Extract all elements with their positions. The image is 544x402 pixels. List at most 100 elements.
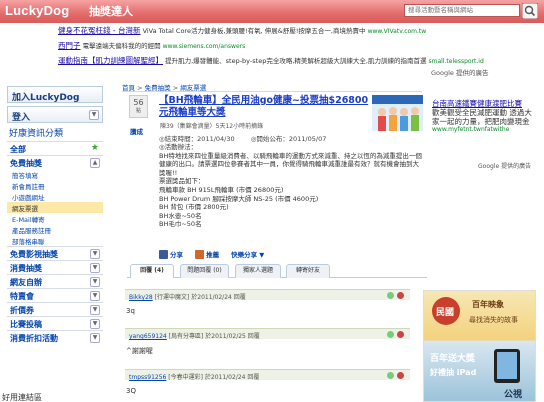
join-button[interactable]: 加入LuckyDog xyxy=(7,86,103,103)
post-title[interactable]: 【BH飛輪車】全民用油go健康~投票抽$26800元飛輪車等大獎 xyxy=(159,95,374,119)
ad-url[interactable]: www.siemens.com/answers xyxy=(163,43,246,50)
chevron-down-icon[interactable]: ▼ xyxy=(90,263,100,273)
ad-url[interactable]: small.telessport.id xyxy=(429,58,484,65)
promo-line1: 尋找消失的故事 xyxy=(469,315,518,324)
post-thumbnail[interactable] xyxy=(372,95,423,131)
category-label: 網友自辦 xyxy=(10,278,42,287)
tab-bar: 回覆 (4) 問題回覆 (0) 獨家人選題 轉寄好友 xyxy=(127,264,427,278)
end-date: ◎結束時間：2011/04/30 xyxy=(159,135,235,143)
thumbs-down-icon[interactable] xyxy=(397,331,404,338)
comment-user[interactable]: tmpss91256 xyxy=(129,374,166,381)
share-more[interactable]: 快樂分享 ▼ xyxy=(231,251,264,259)
sub-item-active[interactable]: 網友票選 xyxy=(7,202,103,213)
category-item[interactable]: 消費抽獎 ▼ xyxy=(7,260,103,274)
chevron-down-icon[interactable]: ▼ xyxy=(90,277,100,287)
chevron-down-icon[interactable]: ▼ xyxy=(90,305,100,315)
search-icon[interactable] xyxy=(522,3,538,19)
post-author: 陳39（集錦會滴量）5天12小時前摘錄 xyxy=(160,123,264,130)
score-value: 56 xyxy=(133,98,144,107)
chevron-down-icon[interactable]: ▼ xyxy=(90,333,100,343)
comment: tmpss91256 [今春中運彩] 於2011/02/24 回覆 3Q xyxy=(125,369,410,395)
category-label: 消費抽獎 xyxy=(10,264,42,273)
sub-item[interactable]: 新會員註冊 xyxy=(7,180,103,191)
tab-questions[interactable]: 問題回覆 (0) xyxy=(180,264,229,278)
ad-item[interactable]: 運動指南【肌力訓練圖解聖經】 提升肌力,爆發體能、step-by-step完全攻… xyxy=(58,55,484,66)
category-label: 比賽投稿 xyxy=(10,320,42,329)
comment-reply[interactable]: 回覆 xyxy=(247,374,259,381)
right-ad-url[interactable]: www.myfetnt.twnfatwithe xyxy=(432,126,535,133)
chevron-down-icon[interactable]: ▼ xyxy=(89,110,99,120)
body-line: BH特地找來四位重量級消費者、以騎飛輪車的運動方式來減重、持之以恆的為減重提出一… xyxy=(159,151,422,177)
promo-art: 民國 百年映象 尋找消失的故事 百年送大獎 好禮抽 iPad 公視 xyxy=(429,297,522,400)
promo-brand: 民國 xyxy=(436,307,454,318)
chevron-down-icon[interactable]: ▼ xyxy=(90,249,100,259)
share-plurk[interactable]: 推薦 xyxy=(195,250,219,259)
ad-url[interactable]: www.VIVatv.com.tw xyxy=(368,28,427,35)
tab-exclusive[interactable]: 獨家人選題 xyxy=(235,264,281,278)
thumbs-up-icon[interactable] xyxy=(387,331,394,338)
category-label: 折價券 xyxy=(10,306,34,315)
promo-line3: 好禮抽 iPad xyxy=(429,367,477,377)
ad-item[interactable]: 西門子 電擊遠端夫偏科我的的經開 www.siemens.com/answers xyxy=(58,40,245,51)
plurk-icon xyxy=(195,250,205,259)
comment: Bikky28 [行運中魔文] 於2011/02/24 回覆 3q xyxy=(125,289,410,315)
google-ads-label[interactable]: Google 提供的廣告 xyxy=(478,161,531,170)
comment-date: 於2011/02/24 xyxy=(204,374,246,381)
comment: yang659124 [烏有分專區] 於2011/02/25 回覆 ^謝謝喔 xyxy=(125,328,410,356)
post-body: ◎活動辦法： BH特地找來四位重量級消費者、以騎飛輪車的運動方式來減重、持之以恆… xyxy=(159,143,424,229)
thumbs-down-icon[interactable] xyxy=(397,292,404,299)
category-free-draw[interactable]: 免費抽獎 ▲ xyxy=(7,155,103,169)
comment-reply[interactable]: 回覆 xyxy=(234,294,246,301)
category-label: 免費抽獎 xyxy=(10,159,42,168)
thumbs-down-icon[interactable] xyxy=(397,372,404,379)
sub-item[interactable]: 小遊戲網址 xyxy=(7,191,103,202)
tab-replies[interactable]: 回覆 (4) xyxy=(130,264,174,278)
promo-tag: 百年映象 xyxy=(472,299,504,309)
post-dates: ◎結束時間：2011/04/30 ◎開始公布：2011/05/07 xyxy=(159,133,340,143)
sub-item[interactable]: E-Mail轉寄 xyxy=(7,213,103,224)
sub-item[interactable]: 簡答填寫 xyxy=(7,169,103,180)
share-facebook[interactable]: 分享 xyxy=(159,250,183,259)
ad-title[interactable]: 運動指南【肌力訓練圖解聖經】 xyxy=(58,56,163,65)
search-input[interactable] xyxy=(404,4,520,17)
category-item[interactable]: 消費折扣活動 ▼ xyxy=(7,330,103,344)
login-button[interactable]: 登入 ▼ xyxy=(7,106,103,123)
thumbs-up-icon[interactable] xyxy=(387,292,394,299)
comment-reply[interactable]: 回覆 xyxy=(248,333,260,340)
site-logo[interactable]: LuckyDog xyxy=(5,3,69,18)
category-heading: 好康資訊分類 xyxy=(9,129,64,139)
comment-date: 於2011/02/25 xyxy=(205,333,246,340)
sidebar: 加入LuckyDog 登入 ▼ 好康資訊分類 全部 ★ 免費抽獎 ▲ 簡答填寫 … xyxy=(7,86,103,344)
body-line: BH Power Drum 腳踩按摩大師 NS-25 (市價 4600元) xyxy=(159,194,319,203)
google-ads-label[interactable]: Google 提供的廣告 xyxy=(431,67,489,77)
share-bar: 分享 推薦 快樂分享 ▼ xyxy=(159,249,274,259)
score-unit: 點 xyxy=(135,108,141,114)
chevron-up-icon[interactable]: ▲ xyxy=(90,158,100,168)
promo-banner[interactable]: 民國 百年映象 尋找消失的故事 百年送大獎 好禮抽 iPad 公視 xyxy=(423,290,536,402)
category-item[interactable]: 免費影視抽獎 ▼ xyxy=(7,246,103,260)
ad-item[interactable]: 健身不花冤枉錢 - 台灣新 ViVa Total Core活力健身板,兼頭腰!有… xyxy=(58,25,426,36)
body-line: 票選獎品如下： xyxy=(159,177,205,186)
comment-user[interactable]: yang659124 xyxy=(129,333,167,340)
ad-title[interactable]: 西門子 xyxy=(58,41,81,50)
comment-status: [行運中魔文] xyxy=(154,294,190,301)
comment-header: Bikky28 [行運中魔文] 於2011/02/24 回覆 xyxy=(125,289,410,301)
login-label: 登入 xyxy=(12,113,31,123)
category-item[interactable]: 網友自辦 ▼ xyxy=(7,274,103,288)
category-item[interactable]: 比賽投稿 ▼ xyxy=(7,316,103,330)
announce-date: ◎開始公布：2011/05/07 xyxy=(250,135,327,143)
category-all[interactable]: 全部 ★ xyxy=(7,141,103,155)
right-ad-title[interactable]: 台南高速鐵賽健康渡肥比賽 xyxy=(432,99,535,108)
tab-forward[interactable]: 轉寄好友 xyxy=(286,264,330,278)
ad-title[interactable]: 健身不花冤枉錢 - 台灣新 xyxy=(58,26,140,35)
chevron-down-icon[interactable]: ▼ xyxy=(90,319,100,329)
chevron-down-icon[interactable]: ▼ xyxy=(90,291,100,301)
sub-item[interactable]: 產品服務註冊 xyxy=(7,224,103,235)
sub-item[interactable]: 部落格串聯 xyxy=(7,235,103,246)
comment-user[interactable]: Bikky28 xyxy=(129,294,153,301)
category-item[interactable]: 特賣會 ▼ xyxy=(7,288,103,302)
share-label: 快樂分享 xyxy=(231,251,258,259)
vote-button[interactable]: 讚成 xyxy=(130,126,143,136)
thumbs-up-icon[interactable] xyxy=(387,372,394,379)
category-item[interactable]: 折價券 ▼ xyxy=(7,302,103,316)
